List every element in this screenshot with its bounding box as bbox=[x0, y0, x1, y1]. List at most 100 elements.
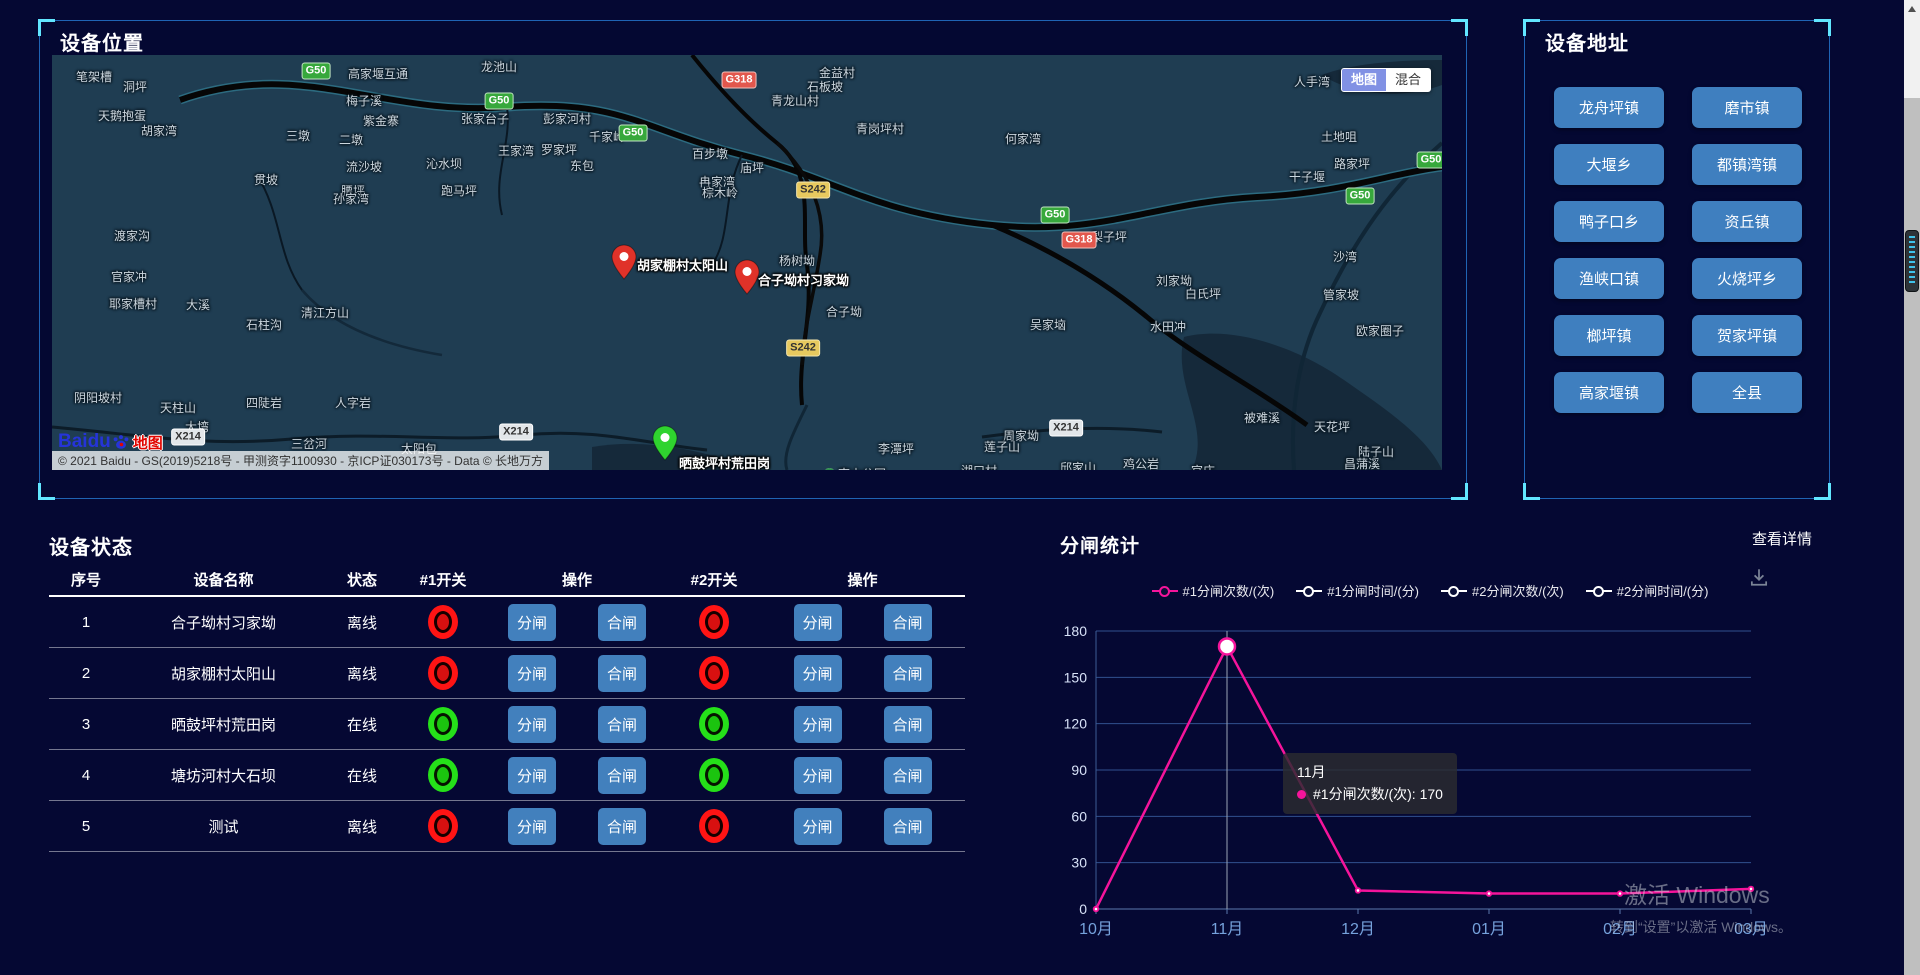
device-pin-icon[interactable] bbox=[611, 244, 637, 280]
breaker-close-button[interactable]: 合闸 bbox=[598, 757, 646, 794]
breaker-open-button[interactable]: 分闸 bbox=[508, 604, 556, 641]
breaker-close-button[interactable]: 合闸 bbox=[598, 808, 646, 845]
breaker-open-button[interactable]: 分闸 bbox=[794, 706, 842, 743]
device-index-cell: 3 bbox=[49, 716, 123, 733]
address-town-button[interactable]: 贺家坪镇 bbox=[1692, 315, 1802, 356]
address-town-button[interactable]: 资丘镇 bbox=[1692, 201, 1802, 242]
map-place-label: 被难溪 bbox=[1244, 409, 1280, 426]
switch1-indicator bbox=[428, 758, 458, 792]
y-axis-label: 60 bbox=[1071, 808, 1087, 824]
legend-item[interactable]: #2分闸时间/(分) bbox=[1586, 581, 1709, 600]
map-type-hybrid-button[interactable]: 混合 bbox=[1386, 69, 1430, 91]
address-town-button[interactable]: 都镇湾镇 bbox=[1692, 144, 1802, 185]
map-place-label: 大溪 bbox=[186, 296, 210, 313]
device-status-table: 序号设备名称状态#1开关操作#2开关操作1合子坳村习家坳离线分闸合闸分闸合闸2胡… bbox=[49, 564, 965, 852]
map-place-label: 庙坪 bbox=[740, 159, 764, 176]
breaker-open-button[interactable]: 分闸 bbox=[794, 604, 842, 641]
breaker-open-button[interactable]: 分闸 bbox=[508, 706, 556, 743]
ops-cell: 分闸 合闸 bbox=[486, 757, 668, 794]
switch1-indicator bbox=[428, 707, 458, 741]
corner-accent bbox=[1451, 483, 1468, 500]
corner-accent bbox=[38, 19, 55, 36]
table-header-cell: 状态 bbox=[324, 569, 400, 590]
map-place-label: 水田冲 bbox=[1150, 318, 1186, 335]
breaker-close-button[interactable]: 合闸 bbox=[598, 604, 646, 641]
map-attribution: © 2021 Baidu - GS(2019)5218号 - 甲测资字11009… bbox=[52, 451, 549, 470]
map-place-label: 吴家垴 bbox=[1030, 316, 1066, 333]
road-badge-x214: X214 bbox=[171, 429, 205, 446]
chart-point-center bbox=[1095, 908, 1098, 911]
breaker-open-button[interactable]: 分闸 bbox=[508, 757, 556, 794]
chart-section-title: 分闸统计 bbox=[1060, 531, 1140, 558]
baidu-wordmark: Baidu bbox=[58, 431, 111, 453]
legend-item[interactable]: #1分闸次数/(次) bbox=[1152, 581, 1275, 600]
baidu-logo: Baidu 地图 bbox=[58, 431, 163, 453]
x-axis-label: 02月 bbox=[1603, 921, 1637, 938]
breaker-close-button[interactable]: 合闸 bbox=[884, 655, 932, 692]
map-place-label: 白氏坪 bbox=[1185, 285, 1221, 302]
corner-accent bbox=[1814, 19, 1831, 36]
x-axis-label: 11月 bbox=[1211, 921, 1244, 938]
legend-label: #1分闸时间/(分) bbox=[1327, 581, 1419, 600]
address-town-button[interactable]: 鸭子口乡 bbox=[1554, 201, 1664, 242]
switch2-indicator bbox=[699, 605, 729, 639]
map-place-label: 王家湾 bbox=[498, 142, 534, 159]
view-details-link[interactable]: 查看详情 bbox=[1752, 528, 1812, 549]
map-place-label: 欧家圈子 bbox=[1356, 322, 1404, 339]
address-town-button[interactable]: 大堰乡 bbox=[1554, 144, 1664, 185]
breaker-open-button[interactable]: 分闸 bbox=[508, 655, 556, 692]
breaker-open-button[interactable]: 分闸 bbox=[794, 655, 842, 692]
y-axis-label: 180 bbox=[1064, 623, 1088, 639]
map-place-label: 天鹅抱蛋 bbox=[98, 107, 146, 124]
address-town-button[interactable]: 火烧坪乡 bbox=[1692, 258, 1802, 299]
road-badge-g50: G50 bbox=[1041, 207, 1070, 224]
map-place-label: 龙池山 bbox=[481, 58, 517, 75]
map-place-label: 干子堰 bbox=[1289, 168, 1325, 185]
road-badge-g50: G50 bbox=[619, 125, 648, 142]
map-place-label: 三墩 bbox=[286, 127, 310, 144]
breaker-open-button[interactable]: 分闸 bbox=[508, 808, 556, 845]
scroll-up-arrow-icon[interactable] bbox=[1908, 6, 1916, 12]
device-pin-icon[interactable] bbox=[652, 425, 678, 461]
ops-cell: 分闸 合闸 bbox=[760, 655, 965, 692]
legend-item[interactable]: #2分闸次数/(次) bbox=[1441, 581, 1564, 600]
breaker-open-button[interactable]: 分闸 bbox=[794, 757, 842, 794]
baidu-map[interactable]: 笔架槽洞坪天鹅抱蛋胡家湾三墩二墩梅子溪紫金寨高家堰互通龙池山张家台子彭家河村千家… bbox=[52, 55, 1442, 470]
device-name-cell: 合子坳村习家坳 bbox=[123, 612, 324, 633]
breaker-close-button[interactable]: 合闸 bbox=[884, 757, 932, 794]
address-town-button[interactable]: 龙舟坪镇 bbox=[1554, 87, 1664, 128]
address-town-button[interactable]: 渔峡口镇 bbox=[1554, 258, 1664, 299]
legend-label: #2分闸次数/(次) bbox=[1472, 581, 1564, 600]
breaker-close-button[interactable]: 合闸 bbox=[884, 604, 932, 641]
map-place-label: 紫金寨 bbox=[363, 112, 399, 129]
map-place-label: 渡家沟 bbox=[114, 227, 150, 244]
ops-cell: 分闸 合闸 bbox=[760, 757, 965, 794]
device-marker-label: 胡家棚村太阳山 bbox=[637, 255, 728, 274]
address-town-button[interactable]: 榔坪镇 bbox=[1554, 315, 1664, 356]
x-axis-label: 01月 bbox=[1472, 921, 1506, 938]
breaker-close-button[interactable]: 合闸 bbox=[884, 706, 932, 743]
road-badge-g50: G50 bbox=[485, 93, 514, 110]
legend-item[interactable]: #1分闸时间/(分) bbox=[1296, 581, 1419, 600]
breaker-close-button[interactable]: 合闸 bbox=[598, 655, 646, 692]
page-scrollbar[interactable] bbox=[1904, 0, 1920, 975]
map-place-label: 百步墩 bbox=[692, 145, 728, 162]
map-type-map-button[interactable]: 地图 bbox=[1342, 69, 1386, 91]
map-place-label: 阴阳坡村 bbox=[74, 389, 122, 406]
device-pin-icon[interactable] bbox=[734, 259, 760, 295]
breaker-open-button[interactable]: 分闸 bbox=[794, 808, 842, 845]
address-town-button[interactable]: 高家堰镇 bbox=[1554, 372, 1664, 413]
breaker-close-button[interactable]: 合闸 bbox=[598, 706, 646, 743]
switch2-indicator bbox=[699, 707, 729, 741]
chart-point-center bbox=[1357, 889, 1360, 892]
map-place-label: 二墩 bbox=[339, 131, 363, 148]
breaker-close-button[interactable]: 合闸 bbox=[884, 808, 932, 845]
scrollbar-thumb[interactable] bbox=[1905, 230, 1919, 292]
scrollbar-top-track[interactable] bbox=[1904, 0, 1920, 98]
switch1-cell bbox=[400, 809, 486, 843]
address-town-button[interactable]: 磨市镇 bbox=[1692, 87, 1802, 128]
address-town-button[interactable]: 全县 bbox=[1692, 372, 1802, 413]
device-address-panel: 设备地址 龙舟坪镇磨市镇大堰乡都镇湾镇鸭子口乡资丘镇渔峡口镇火烧坪乡榔坪镇贺家坪… bbox=[1524, 20, 1830, 499]
table-header-cell: 设备名称 bbox=[123, 569, 324, 590]
device-status-cell: 在线 bbox=[324, 714, 400, 735]
